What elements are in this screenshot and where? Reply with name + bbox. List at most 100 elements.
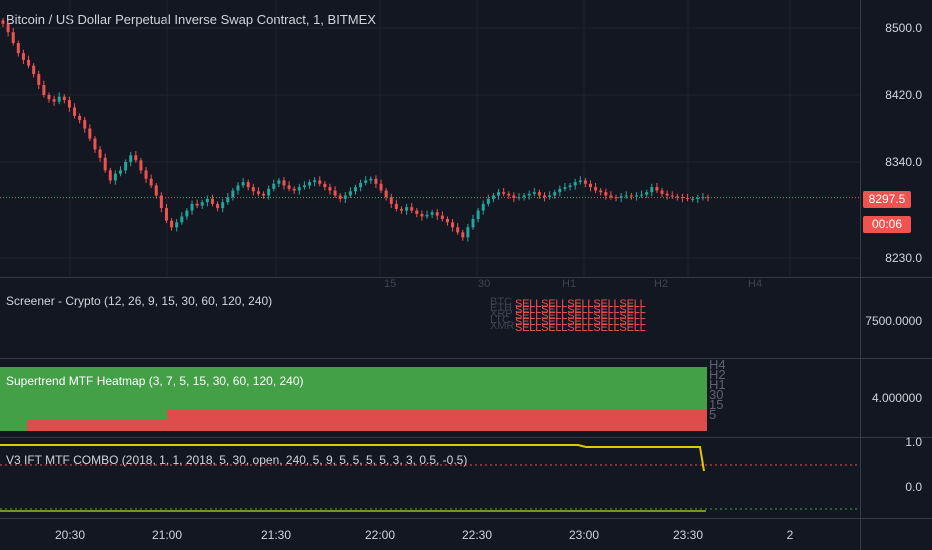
candle-body xyxy=(491,195,495,199)
candle-body xyxy=(680,197,684,199)
candle-body xyxy=(149,178,153,186)
candle-body xyxy=(364,180,368,183)
candle-body xyxy=(313,180,317,183)
candle-body xyxy=(522,195,526,198)
candle-body xyxy=(583,180,587,184)
candle-body xyxy=(216,203,220,209)
candle-body xyxy=(675,196,679,198)
ghost-label-xmr: XMR xyxy=(490,320,515,332)
candle-body xyxy=(98,149,102,158)
screener-axis-tick: 7500.0000 xyxy=(865,314,922,328)
candle-body xyxy=(226,197,230,203)
price-tick: 8420.0 xyxy=(885,88,922,102)
candle-body xyxy=(527,193,531,196)
time-tick: 22:00 xyxy=(364,528,396,542)
faint-date-tick-h1: H1 xyxy=(562,278,577,290)
candle-body xyxy=(558,188,562,193)
candle-body xyxy=(502,192,506,194)
sell-signal-row: SELLSELLSELLSELLSELL xyxy=(515,322,646,334)
candle-body xyxy=(210,198,214,204)
candle-body xyxy=(614,197,618,199)
candle-body xyxy=(359,182,363,188)
candle-body xyxy=(236,185,240,191)
candle-body xyxy=(185,210,189,217)
candle-body xyxy=(27,59,31,66)
candle-body xyxy=(134,155,138,161)
candle-body xyxy=(543,195,547,198)
candle-body xyxy=(481,203,485,211)
candle-body xyxy=(624,195,628,197)
candle-body xyxy=(440,215,444,219)
faint-date-tick-h2: H2 xyxy=(654,278,669,290)
heatmap-title: Supertrend MTF Heatmap (3, 7, 5, 15, 30,… xyxy=(6,374,304,388)
candle-body xyxy=(701,197,705,199)
candle-body xyxy=(282,180,286,186)
candle-body xyxy=(83,120,87,129)
candle-body xyxy=(384,190,388,198)
candle-body xyxy=(634,195,638,197)
heatmap-pane[interactable]: Supertrend MTF Heatmap (3, 7, 5, 15, 30,… xyxy=(0,358,860,437)
ift-signal-line-yellow xyxy=(0,444,705,472)
candle-countdown-tag: 00:06 xyxy=(863,216,911,233)
heatmap-axis[interactable]: 4.000000 xyxy=(861,359,932,437)
ift-axis[interactable]: 1.0 0.0 xyxy=(861,435,932,518)
candle-body xyxy=(297,187,301,191)
candle-body xyxy=(88,128,92,139)
candle-body xyxy=(308,182,312,186)
candle-body xyxy=(430,212,434,215)
screener-axis[interactable]: 7500.0000 xyxy=(861,278,932,358)
candle-body xyxy=(451,222,455,228)
candle-body xyxy=(471,218,475,228)
candle-body xyxy=(665,193,669,196)
candle-body xyxy=(415,210,419,214)
candle-body xyxy=(640,194,644,196)
candle-body xyxy=(706,197,710,199)
candle-body xyxy=(354,187,357,192)
time-tick: 21:00 xyxy=(151,528,183,542)
candle-body xyxy=(11,32,15,44)
candle-body xyxy=(32,65,36,75)
heatmap-row-label-5: 5 xyxy=(709,407,717,422)
heatmap-red-step-low xyxy=(27,419,167,431)
candle-body xyxy=(180,216,184,223)
candle-body xyxy=(73,107,77,116)
candle-body xyxy=(6,23,10,33)
candle-body xyxy=(379,183,383,191)
candle-body xyxy=(256,191,260,194)
last-price-tag: 8297.5 xyxy=(863,191,911,208)
candle-body xyxy=(323,183,327,188)
candle-body xyxy=(389,197,393,204)
candle-body xyxy=(52,99,56,102)
screener-pane[interactable]: Screener - Crypto (12, 26, 9, 15, 30, 60… xyxy=(0,278,860,358)
candle-body xyxy=(42,84,46,95)
candle-body xyxy=(568,185,572,188)
candle-body xyxy=(399,208,403,211)
candle-body xyxy=(660,190,664,194)
candle-body xyxy=(604,192,608,196)
time-axis[interactable]: 20:30 21:00 21:30 22:00 22:30 23:00 23:3… xyxy=(0,519,860,550)
candle-body xyxy=(164,208,168,221)
price-axis[interactable]: 8500.0 8420.0 8340.0 8230.0 xyxy=(861,0,932,277)
candle-body xyxy=(537,192,541,196)
screener-title: Screener - Crypto (12, 26, 9, 15, 30, 60… xyxy=(6,294,273,308)
candle-body xyxy=(139,160,143,171)
candle-body xyxy=(645,192,649,195)
candle-body xyxy=(251,187,255,192)
candle-body xyxy=(476,210,480,219)
candle-body xyxy=(21,53,25,60)
time-tick: 23:30 xyxy=(672,528,704,542)
candle-body xyxy=(67,100,71,108)
candle-body xyxy=(517,197,521,199)
candle-body xyxy=(553,192,557,196)
candle-body xyxy=(696,198,700,200)
candle-body xyxy=(318,180,322,184)
candle-body xyxy=(338,195,342,199)
candle-body xyxy=(466,227,470,238)
candle-body xyxy=(497,192,501,196)
time-tick: 23:00 xyxy=(568,528,600,542)
candle-body xyxy=(144,170,148,179)
price-chart-svg[interactable] xyxy=(0,0,860,277)
candle-body xyxy=(287,185,291,189)
candle-body xyxy=(302,185,306,188)
candle-body xyxy=(195,203,199,206)
